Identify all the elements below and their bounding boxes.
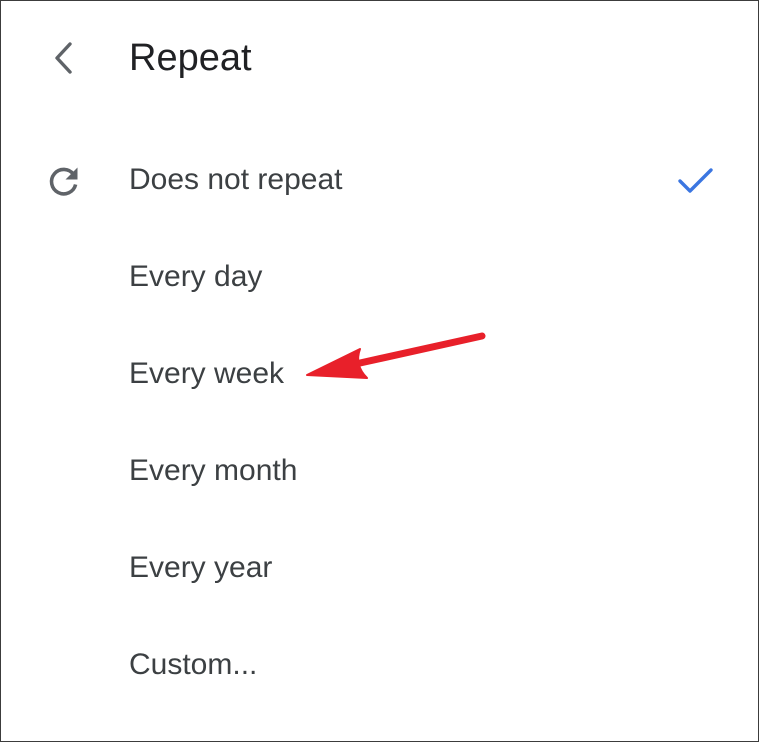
back-button[interactable] [41, 35, 87, 81]
option-every-month[interactable]: Every month [1, 423, 758, 520]
check-icon [678, 168, 713, 193]
chevron-left-icon [55, 42, 72, 74]
option-label: Custom... [129, 648, 258, 681]
page-title: Repeat [129, 37, 252, 79]
option-label: Every month [129, 454, 298, 487]
header: Repeat [1, 1, 758, 116]
option-label: Every day [129, 260, 263, 293]
option-every-year[interactable]: Every year [1, 520, 758, 617]
repeat-screen: Repeat Does not repeat Every day Every w… [0, 0, 759, 742]
repeat-options-list: Does not repeat Every day Every week Eve… [1, 132, 758, 714]
option-does-not-repeat[interactable]: Does not repeat [1, 132, 758, 229]
option-label: Every week [129, 357, 285, 390]
option-every-day[interactable]: Every day [1, 229, 758, 326]
option-label: Does not repeat [129, 163, 343, 196]
option-custom[interactable]: Custom... [1, 617, 758, 714]
option-label: Every year [129, 551, 273, 584]
repeat-icon [49, 167, 78, 196]
option-every-week[interactable]: Every week [1, 326, 758, 423]
